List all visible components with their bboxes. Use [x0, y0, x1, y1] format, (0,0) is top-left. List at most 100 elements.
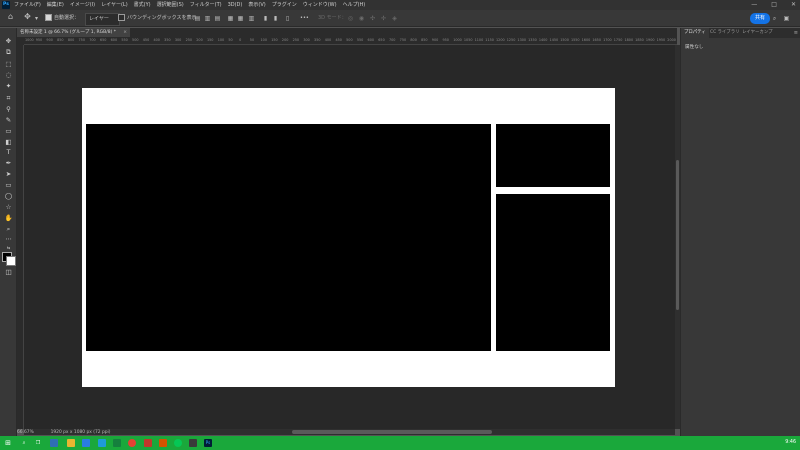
move-tool-icon[interactable]: ✥: [24, 13, 31, 21]
tab-properties[interactable]: プロパティ: [681, 28, 709, 38]
windows-start-icon[interactable]: ⊞: [4, 439, 12, 447]
custom-shape-tool-icon[interactable]: ☆: [3, 203, 14, 212]
black-rectangle-bottom-right[interactable]: [496, 194, 610, 351]
align-bottom-icon[interactable]: ▥: [248, 15, 255, 22]
ruler-tick-label: 1800: [624, 38, 634, 42]
align-left-icon[interactable]: ▤: [194, 15, 201, 22]
black-rectangle-large[interactable]: [86, 124, 491, 351]
menu-filter[interactable]: フィルター(T): [190, 0, 222, 10]
taskbar-clock[interactable]: 9:46: [785, 436, 796, 450]
menu-select[interactable]: 選択範囲(S): [157, 0, 184, 10]
share-button[interactable]: 共有: [750, 13, 770, 24]
hand-tool-icon[interactable]: ✋: [3, 214, 14, 223]
search-icon[interactable]: ⌕: [20, 439, 28, 447]
app-dark-icon[interactable]: [189, 439, 197, 447]
task-view-icon[interactable]: ❐: [34, 439, 42, 447]
menu-type[interactable]: 書式(Y): [134, 0, 151, 10]
distribute-horizontal-icon[interactable]: ▯: [284, 15, 291, 22]
vertical-scroll-thumb[interactable]: [676, 160, 679, 310]
artboard-tool-icon[interactable]: ⧉: [3, 48, 14, 57]
tab-layer-comps[interactable]: レイヤーカンプ: [739, 28, 775, 38]
maximize-icon[interactable]: □: [771, 0, 777, 10]
move-tool-icon[interactable]: ✥: [3, 37, 14, 46]
lasso-tool-icon[interactable]: ◌: [3, 71, 14, 80]
menu-help[interactable]: ヘルプ(H): [343, 0, 366, 10]
menu-plugins[interactable]: プラグイン: [272, 0, 297, 10]
menu-3d[interactable]: 3D(D): [228, 0, 243, 10]
align-right-icon[interactable]: ▤: [214, 15, 221, 22]
ruler-tick-label: 1150: [485, 38, 494, 42]
bounding-box-checkbox[interactable]: バウンディングボックスを表示: [118, 13, 197, 24]
folder-icon[interactable]: [67, 439, 75, 447]
chevron-down-icon[interactable]: ▾: [33, 15, 40, 22]
chrome-icon[interactable]: [128, 439, 136, 447]
swap-colors-icon[interactable]: ⇆: [3, 243, 14, 252]
align-top-icon[interactable]: ▦: [227, 15, 234, 22]
drag-3d-icon[interactable]: ✣: [369, 15, 376, 22]
document-info[interactable]: 1920 px x 1080 px (72 ppi): [51, 430, 111, 435]
app-red-icon[interactable]: [144, 439, 152, 447]
pen-tool-icon[interactable]: ✒: [3, 159, 14, 168]
magic-wand-tool-icon[interactable]: ✦: [3, 82, 14, 91]
menu-layer[interactable]: レイヤー(L): [101, 0, 128, 10]
tab-close-icon[interactable]: ×: [123, 28, 127, 37]
menu-image[interactable]: イメージ(I): [70, 0, 95, 10]
line-icon[interactable]: [113, 439, 121, 447]
crop-tool-icon[interactable]: ⌗: [3, 94, 14, 103]
messenger-icon[interactable]: [174, 439, 182, 447]
ruler-tick-label: 1850: [635, 38, 644, 42]
distribute-vertical-icon[interactable]: ▮: [272, 15, 279, 22]
marquee-tool-icon[interactable]: ⬚: [3, 60, 14, 69]
align-middle-icon[interactable]: ▦: [237, 15, 244, 22]
horizontal-scroll-thumb[interactable]: [292, 430, 492, 434]
distribute-icon[interactable]: ▮: [262, 15, 269, 22]
ruler-tick-label: 50: [249, 38, 255, 42]
tab-cc-libraries[interactable]: CC ライブラリ: [707, 28, 742, 38]
workspace-icon[interactable]: ▣: [783, 15, 790, 22]
menu-items: ファイル(F) 編集(E) イメージ(I) レイヤー(L) 書式(Y) 選択範囲…: [14, 0, 365, 10]
horizontal-ruler[interactable]: 1000 950 900 850 800 750 700 650 600 550 500 450 400…: [24, 37, 677, 45]
document-tab[interactable]: 名称未設定 1 @ 66.7% (グループ 1, RGB/8) * ×: [17, 28, 130, 37]
app-icon[interactable]: [98, 439, 106, 447]
mail-icon[interactable]: [82, 439, 90, 447]
photoshop-logo-icon[interactable]: Ps: [2, 1, 10, 9]
minimize-icon[interactable]: —: [751, 0, 757, 10]
brush-tool-icon[interactable]: ✎: [3, 116, 14, 125]
vertical-ruler[interactable]: [17, 45, 24, 429]
ruler-tick-label: 50: [228, 38, 233, 42]
eyedropper-tool-icon[interactable]: ⚲: [3, 105, 14, 114]
horizontal-scrollbar[interactable]: [24, 429, 675, 435]
photoshop-taskbar-icon[interactable]: Ps: [204, 439, 212, 447]
slide-3d-icon[interactable]: ✢: [380, 15, 387, 22]
zoom-level[interactable]: 66.67%: [17, 430, 34, 435]
quick-mask-icon[interactable]: ◫: [3, 268, 14, 277]
scale-3d-icon[interactable]: ◈: [391, 15, 398, 22]
gradient-tool-icon[interactable]: ◧: [3, 138, 14, 147]
shape-tool-icon[interactable]: ◯: [3, 192, 14, 201]
close-icon[interactable]: ✕: [791, 0, 796, 10]
path-selection-tool-icon[interactable]: ➤: [3, 170, 14, 179]
zoom-tool-icon[interactable]: ⌕: [3, 225, 14, 234]
panel-menu-icon[interactable]: ≡: [794, 28, 798, 38]
document-canvas[interactable]: [82, 88, 615, 387]
menu-file[interactable]: ファイル(F): [14, 0, 41, 10]
menu-edit[interactable]: 編集(E): [47, 0, 64, 10]
search-icon[interactable]: ⌕: [771, 15, 778, 22]
target-select[interactable]: レイヤー: [85, 13, 120, 26]
type-tool-icon[interactable]: T: [3, 148, 14, 157]
eraser-tool-icon[interactable]: ▭: [3, 127, 14, 136]
orbit-3d-icon[interactable]: ◎: [347, 15, 354, 22]
app-orange-icon[interactable]: [159, 439, 167, 447]
ruler-tick-label: 1650: [592, 38, 601, 42]
black-rectangle-top-right[interactable]: [496, 124, 610, 187]
home-icon[interactable]: ⌂: [7, 13, 14, 21]
roll-3d-icon[interactable]: ◉: [358, 15, 365, 22]
explorer-icon[interactable]: [50, 439, 58, 447]
more-options-button[interactable]: •••: [300, 13, 309, 24]
background-color-swatch[interactable]: [6, 256, 16, 266]
menu-view[interactable]: 表示(V): [248, 0, 265, 10]
auto-select-checkbox[interactable]: 自動選択：: [45, 13, 79, 24]
rectangle-tool-icon[interactable]: ▭: [3, 181, 14, 190]
menu-window[interactable]: ウィンドウ(W): [303, 0, 337, 10]
align-center-icon[interactable]: ▥: [204, 15, 211, 22]
